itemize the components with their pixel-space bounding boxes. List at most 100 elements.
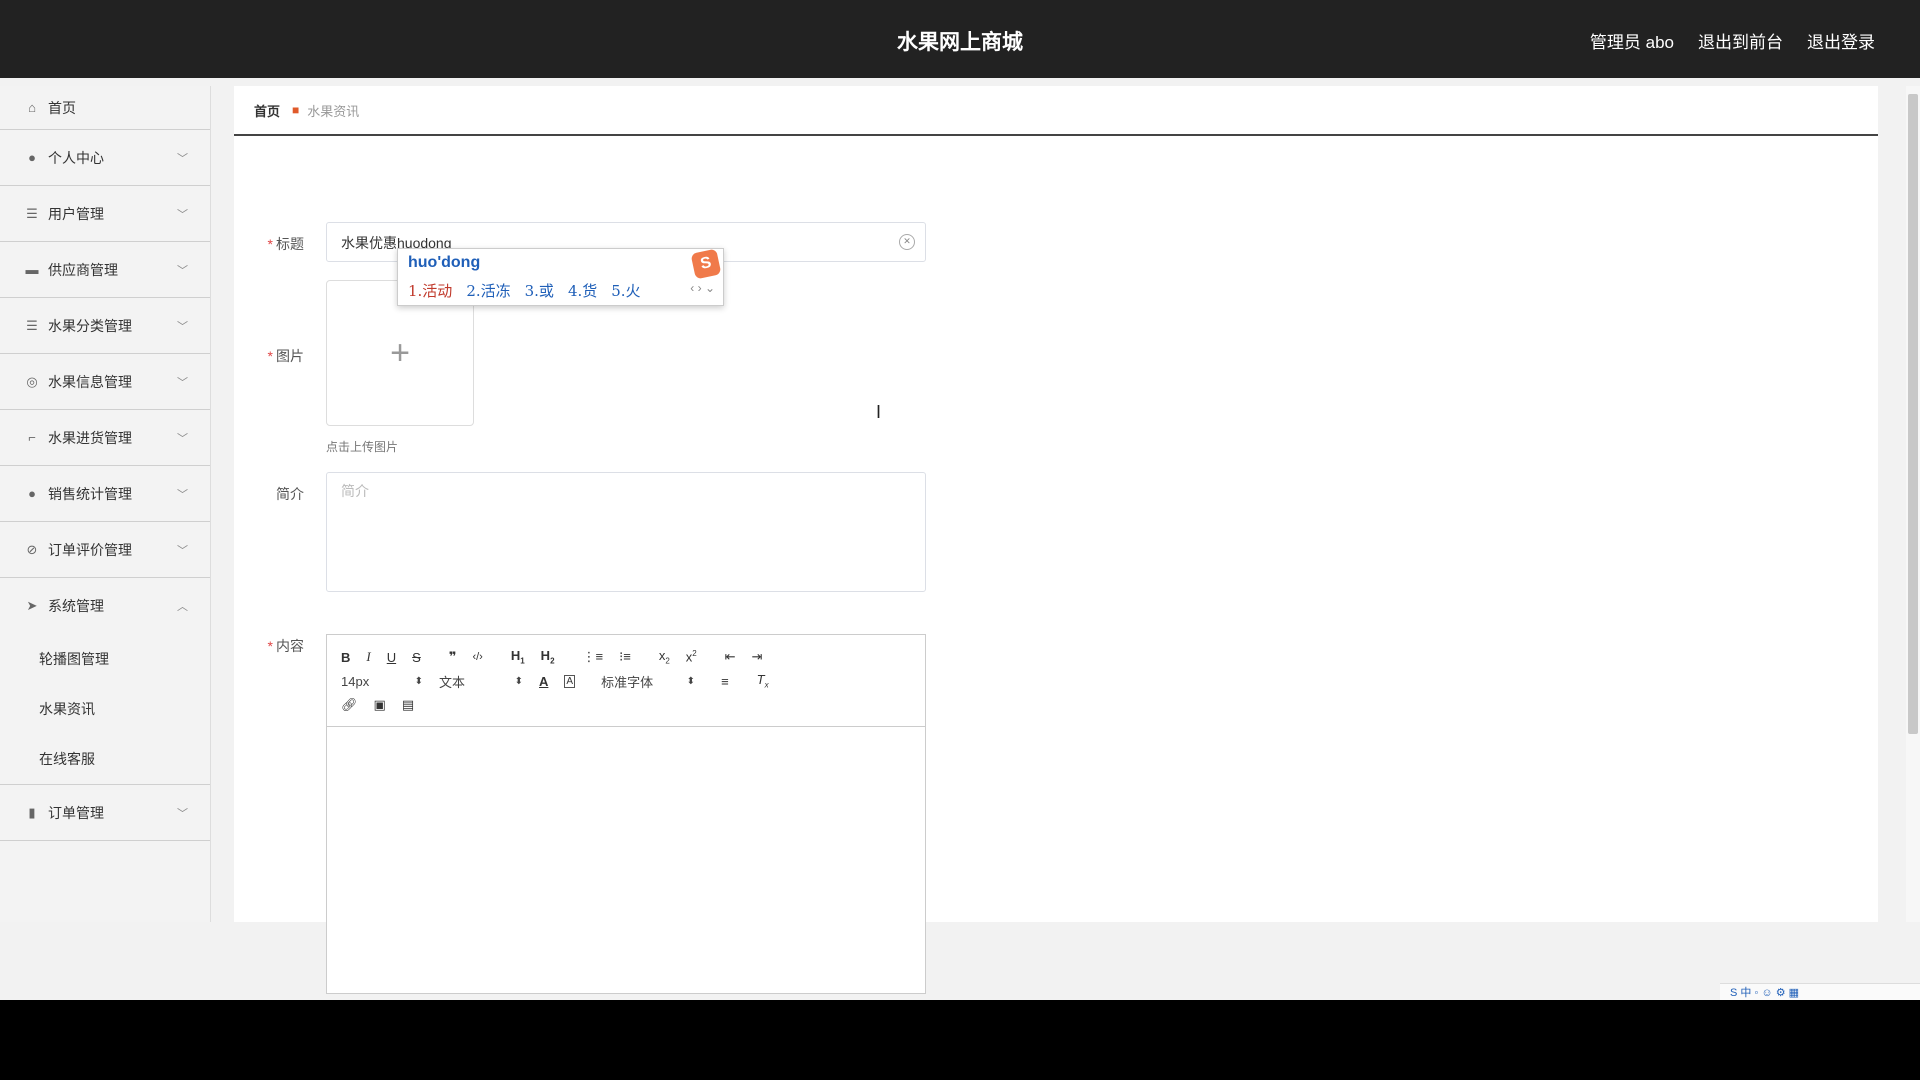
upload-tip: 点击上传图片 bbox=[326, 440, 399, 454]
admin-user-label: 管理员 abo bbox=[1589, 33, 1674, 52]
editor-body[interactable] bbox=[327, 727, 925, 995]
align-icon[interactable]: ≡ bbox=[721, 674, 729, 689]
app-stage: ⌂ 首页 ● 个人中心 ﹀ ☰ 用户管理 ﹀ ▬ 供应商管理 ﹀ ☰ 水果分类管… bbox=[0, 78, 1920, 1000]
title-label: * 标题 bbox=[267, 236, 304, 252]
sidebar-item-order-review[interactable]: ⊘ 订单评价管理 ﹀ bbox=[0, 522, 210, 578]
sidebar-item-label: 订单管理 bbox=[48, 804, 104, 821]
clear-format-icon[interactable]: Tx bbox=[757, 672, 769, 690]
sidebar-item-sales-stats[interactable]: ● 销售统计管理 ﹀ bbox=[0, 466, 210, 522]
chevron-down-icon: ﹀ bbox=[177, 208, 188, 221]
sidebar-item-fruit-info[interactable]: ◎ 水果信息管理 ﹀ bbox=[0, 354, 210, 410]
sidebar-group-system: ➤ 系统管理 ︿ 轮播图管理 水果资讯 在线客服 bbox=[0, 578, 210, 785]
breadcrumb-separator-icon: ■ bbox=[292, 103, 300, 117]
scrollbar[interactable] bbox=[1906, 86, 1920, 922]
select-arrows-icon: ⬍ bbox=[686, 675, 696, 687]
intro-textarea[interactable]: 简介 bbox=[326, 472, 926, 592]
breadcrumb: 首页 ■ 水果资讯 bbox=[234, 86, 1878, 136]
heading1-icon[interactable]: H1 bbox=[511, 648, 525, 666]
select-arrows-icon: ⬍ bbox=[514, 675, 523, 687]
ordered-list-icon[interactable]: ⋮≡ bbox=[583, 649, 604, 665]
sidebar-subitem-fruit-news[interactable]: 水果资讯 bbox=[0, 684, 210, 734]
underline-icon[interactable]: U bbox=[387, 650, 396, 665]
link-icon[interactable]: 🔗︎ bbox=[341, 697, 358, 713]
ime-page-nav-icon[interactable]: ‹ › ⌄ bbox=[690, 281, 715, 295]
sidebar-item-orders[interactable]: ▮ 订单管理 ﹀ bbox=[0, 785, 210, 841]
outdent-icon[interactable]: ⇤ bbox=[725, 649, 736, 665]
strikethrough-icon[interactable]: S bbox=[412, 650, 421, 665]
sidebar-item-fruit-category[interactable]: ☰ 水果分类管理 ﹀ bbox=[0, 298, 210, 354]
indent-icon[interactable]: ⇥ bbox=[752, 649, 763, 665]
clear-icon[interactable]: ✕ bbox=[899, 234, 915, 250]
chevron-down-icon: ﹀ bbox=[177, 807, 188, 820]
box-icon: ▬ bbox=[25, 262, 39, 277]
compass-off-icon: ⊘ bbox=[26, 541, 38, 557]
bold-icon[interactable]: B bbox=[341, 650, 350, 665]
chevron-down-icon: ﹀ bbox=[177, 320, 188, 333]
font-family-select[interactable]: 标准字体 ⬍ bbox=[601, 672, 695, 691]
text-cursor-icon: I bbox=[876, 402, 882, 422]
code-icon[interactable]: ‹/› bbox=[472, 651, 482, 663]
ime-candidate[interactable]: 3.或 bbox=[525, 280, 554, 301]
main-content: 首页 ■ 水果资讯 * 标题 水果优惠huodong ✕ * 图片 + 点击上传图片… bbox=[234, 86, 1878, 994]
front-page-link[interactable]: 退出到前台 bbox=[1698, 28, 1783, 53]
chevron-up-icon: ︿ bbox=[177, 601, 188, 613]
ime-toolbar: S 中 ◦ ☺ ⚙ ▦ bbox=[1720, 983, 1920, 1000]
block-format-select[interactable]: 文本 ⬍ bbox=[439, 672, 523, 691]
send-icon: ➤ bbox=[26, 598, 38, 613]
ime-toolbar-icons[interactable]: S 中 ◦ ☺ ⚙ ▦ bbox=[1730, 987, 1799, 999]
italic-icon[interactable]: I bbox=[366, 649, 370, 665]
scrollbar-thumb[interactable] bbox=[1908, 94, 1918, 734]
sidebar-item-label: 用户管理 bbox=[48, 205, 104, 222]
list-icon: ☰ bbox=[26, 317, 38, 333]
intro-placeholder: 简介 bbox=[341, 483, 369, 499]
rich-text-editor: B I U S ❞ ‹/› H1 H2 ⋮≡ ⁝≡ x2 x2 ⇤ ⇥ 14px… bbox=[326, 634, 926, 994]
breadcrumb-home[interactable]: 首页 bbox=[254, 101, 280, 120]
ime-candidate[interactable]: 5.火 bbox=[611, 280, 640, 301]
blockquote-icon[interactable]: ❞ bbox=[449, 649, 457, 665]
heading2-icon[interactable]: H2 bbox=[541, 648, 555, 666]
font-color-icon[interactable]: A bbox=[539, 674, 548, 689]
sidebar-item-label: 水果信息管理 bbox=[48, 373, 132, 390]
sidebar-item-label: 销售统计管理 bbox=[48, 485, 132, 502]
breadcrumb-current: 水果资讯 bbox=[307, 103, 360, 119]
sidebar-subitem-carousel[interactable]: 轮播图管理 bbox=[0, 634, 210, 684]
crop-icon: ⌐ bbox=[28, 430, 36, 445]
sidebar-item-label: 供应商管理 bbox=[48, 261, 118, 278]
compass-icon: ◎ bbox=[26, 373, 38, 389]
chevron-down-icon: ﹀ bbox=[177, 376, 188, 389]
sidebar-item-label: 首页 bbox=[48, 99, 76, 116]
ime-candidate[interactable]: 4.货 bbox=[568, 280, 597, 301]
ime-candidate-popup: huo'dong S 1.活动 2.活冻 3.或 4.货 5.火 ‹ › ⌄ bbox=[397, 248, 724, 306]
superscript-icon[interactable]: x2 bbox=[686, 649, 697, 664]
sidebar-item-label: 订单评价管理 bbox=[48, 541, 132, 558]
sidebar-item-profile[interactable]: ● 个人中心 ﹀ bbox=[0, 130, 210, 186]
sidebar-item-suppliers[interactable]: ▬ 供应商管理 ﹀ bbox=[0, 242, 210, 298]
sidebar-item-fruit-purchase[interactable]: ⌐ 水果进货管理 ﹀ bbox=[0, 410, 210, 466]
editor-toolbar: B I U S ❞ ‹/› H1 H2 ⋮≡ ⁝≡ x2 x2 ⇤ ⇥ 14px… bbox=[327, 635, 925, 727]
font-size-select[interactable]: 14px ⬍ bbox=[341, 674, 423, 689]
ime-pinyin: huo'dong bbox=[408, 254, 481, 271]
subscript-icon[interactable]: x2 bbox=[659, 648, 670, 666]
sidebar-item-home[interactable]: ⌂ 首页 bbox=[0, 86, 210, 130]
ime-candidate[interactable]: 1.活动 bbox=[408, 280, 452, 301]
plus-icon: + bbox=[390, 333, 410, 372]
image-icon[interactable]: ▣ bbox=[374, 697, 386, 713]
sidebar-item-label: 水果进货管理 bbox=[48, 429, 132, 446]
sidebar-item-system[interactable]: ➤ 系统管理 ︿ bbox=[0, 578, 210, 634]
image-label: * 图片 bbox=[267, 348, 304, 364]
user-icon: ● bbox=[28, 150, 36, 165]
logout-link[interactable]: 退出登录 bbox=[1807, 28, 1875, 53]
content-label: * 内容 bbox=[267, 638, 304, 654]
background-color-icon[interactable]: A bbox=[564, 674, 576, 688]
chevron-down-icon: ﹀ bbox=[177, 432, 188, 445]
bullet-list-icon[interactable]: ⁝≡ bbox=[619, 649, 631, 665]
chevron-down-icon: ﹀ bbox=[177, 264, 188, 277]
list-icon: ☰ bbox=[26, 205, 38, 221]
sidebar-item-users[interactable]: ☰ 用户管理 ﹀ bbox=[0, 186, 210, 242]
sidebar-item-label: 水果分类管理 bbox=[48, 317, 132, 334]
video-icon[interactable]: ▤ bbox=[402, 697, 414, 713]
news-form: * 标题 水果优惠huodong ✕ * 图片 + 点击上传图片 简介 简介 * 内容… bbox=[234, 146, 1878, 994]
sidebar-subitem-online-service[interactable]: 在线客服 bbox=[0, 734, 210, 784]
ime-candidate[interactable]: 2.活冻 bbox=[466, 280, 510, 301]
sogou-logo-icon: S bbox=[690, 248, 722, 280]
